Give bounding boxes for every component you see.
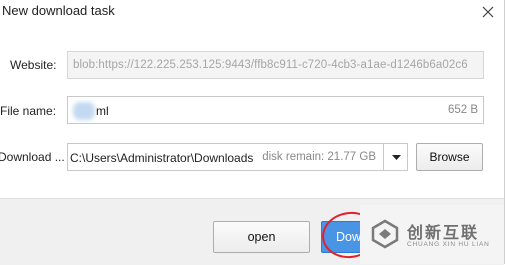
path-dropdown-button[interactable] bbox=[384, 143, 408, 171]
filename-label: File name: bbox=[0, 104, 57, 118]
filename-field[interactable]: ml 652 B bbox=[67, 96, 484, 124]
website-field[interactable]: blob:https://122.225.253.125:9443/ffb8c9… bbox=[67, 51, 484, 79]
close-icon bbox=[482, 6, 494, 18]
disk-remain-text: disk remain: 21.77 GB bbox=[262, 151, 376, 163]
dialog-title: New download task bbox=[2, 3, 115, 18]
title-bar: New download task bbox=[0, 0, 505, 24]
browse-button[interactable]: Browse bbox=[416, 143, 483, 171]
download-path-field[interactable]: C:\Users\Administrator\Downloads disk re… bbox=[67, 143, 384, 171]
website-label: Website: bbox=[10, 58, 57, 72]
download-path-label: Download ... bbox=[0, 150, 65, 164]
file-size: 652 B bbox=[447, 104, 478, 116]
watermark-name: 创新互联 bbox=[407, 223, 480, 242]
watermark-subtitle: CHUANG XIN HU LIAN bbox=[407, 241, 490, 248]
chevron-down-icon bbox=[392, 155, 401, 160]
open-button[interactable]: open bbox=[213, 221, 310, 253]
download-dialog: New download task Website: blob:https://… bbox=[0, 0, 505, 265]
close-button[interactable] bbox=[477, 2, 499, 22]
download-path-value: C:\Users\Administrator\Downloads bbox=[70, 151, 254, 165]
filename-value: ml bbox=[96, 104, 109, 118]
brand-logo-icon bbox=[371, 219, 399, 249]
redacted-filename-blur bbox=[73, 102, 95, 120]
website-value: blob:https://122.225.253.125:9443/ffb8c9… bbox=[73, 59, 468, 71]
watermark: 创新互联 CHUANG XIN HU LIAN bbox=[360, 205, 505, 264]
